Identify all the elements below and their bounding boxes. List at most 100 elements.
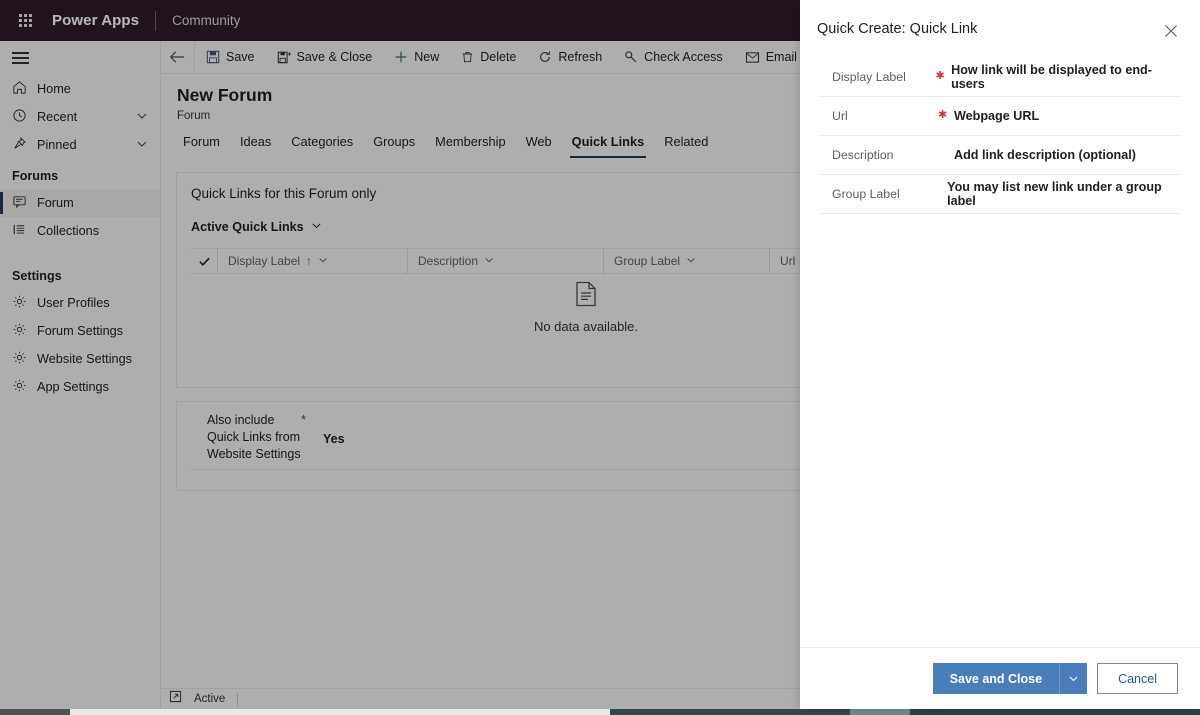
column-header-description[interactable]: Description [407,248,603,274]
page-header: New Forum Forum Forum Ideas Categories G… [161,74,800,158]
chevron-down-icon[interactable] [484,254,494,268]
field-label: Also include Quick Links from Website Se… [207,413,301,461]
chevron-down-icon[interactable] [686,254,696,268]
sidebar-group-forums: Forums [12,169,59,183]
check-access-button[interactable]: Check Access [613,41,734,74]
sidebar-item-label: App Settings [37,380,109,394]
tab-web[interactable]: Web [516,130,562,158]
save-and-close-icon [277,50,291,64]
panel-footer: Save and Close Cancel [800,647,1200,709]
collections-icon [12,222,27,240]
save-button[interactable]: Save [195,41,266,74]
sidebar-item-home[interactable]: Home [0,75,160,103]
field-value[interactable]: You may list new link under a group labe… [947,180,1180,208]
cmd-label: Email a Link [765,50,800,64]
chevron-down-icon[interactable] [136,110,148,125]
required-asterisk-icon: ✱ [938,108,948,121]
field-label: Group Label [832,187,900,201]
empty-state: No data available. [177,281,800,334]
view-selector-label: Active Quick Links [191,220,304,234]
field-url[interactable]: Url ✱ Webpage URL [820,97,1180,136]
include-website-links-card: Also include Quick Links from Website Se… [176,401,800,491]
field-value[interactable]: Add link description (optional) [954,148,1136,162]
column-label: Display Label [228,254,301,268]
sidebar-item-forum[interactable]: Forum [0,189,160,217]
sidebar-item-recent[interactable]: Recent [0,103,160,131]
field-value[interactable]: Webpage URL [954,109,1039,123]
field-value[interactable]: How link will be displayed to end-users [951,63,1180,91]
tab-related[interactable]: Related [654,130,718,158]
tab-quick-links[interactable]: Quick Links [562,130,655,158]
brand-title[interactable]: Power Apps [52,12,139,29]
sidebar-item-label: Collections [37,224,100,238]
tab-membership[interactable]: Membership [425,130,515,158]
record-state: Active [194,693,226,705]
field-value[interactable]: Yes [323,412,345,469]
gear-icon [12,322,27,340]
close-icon[interactable] [1162,22,1180,40]
panel-header: Quick Create: Quick Link [800,0,1200,58]
required-asterisk-icon: ✱ [935,69,945,82]
back-arrow-icon[interactable] [161,40,195,74]
email-icon [745,51,760,64]
chevron-down-icon[interactable] [318,254,328,268]
chevron-down-icon[interactable] [1059,663,1088,694]
document-icon [575,281,597,312]
delete-button[interactable]: Delete [450,41,527,74]
forum-icon [12,194,27,212]
new-button[interactable]: New [383,41,450,74]
field-label: Url [832,109,848,123]
save-and-close-button[interactable]: Save and Close [932,663,1060,694]
tab-categories[interactable]: Categories [281,130,363,158]
field-group-label[interactable]: Group Label You may list new link under … [820,175,1180,214]
sidebar-item-forum-settings[interactable]: Forum Settings [0,317,160,345]
column-header-display-label[interactable]: Display Label ↑ [217,248,407,274]
app-launcher-icon[interactable] [6,14,44,27]
taskbar-segment [850,709,910,715]
sidebar-item-website-settings[interactable]: Website Settings [0,345,160,373]
chevron-down-icon[interactable] [136,138,148,153]
field-display-label[interactable]: Display Label ✱ How link will be display… [820,58,1180,97]
page-subtitle: Forum [177,110,211,122]
status-bar: Active [161,688,800,709]
sidebar-item-collections[interactable]: Collections [0,217,160,245]
column-header-group-label[interactable]: Group Label [603,248,769,274]
os-taskbar-strip [0,709,1200,715]
panel-title: Quick Create: Quick Link [817,21,978,37]
email-a-link-button[interactable]: Email a Link [734,41,800,74]
save-and-close-button[interactable]: Save & Close [266,41,384,74]
plus-icon [394,50,408,64]
sidebar-item-label: Pinned [37,138,77,152]
include-website-links-field: Also include Quick Links from Website Se… [191,412,800,470]
chevron-down-icon[interactable] [311,220,322,234]
tab-ideas[interactable]: Ideas [230,130,281,158]
environment-name[interactable]: Community [172,13,240,28]
sidebar-item-user-profiles[interactable]: User Profiles [0,289,160,317]
gear-icon [12,350,27,368]
sidebar-item-label: Home [37,82,71,96]
cancel-button[interactable]: Cancel [1097,663,1178,694]
required-asterisk-placeholder [932,193,947,196]
view-selector[interactable]: Active Quick Links [191,220,322,234]
select-all-checkbox[interactable] [191,255,217,268]
sidebar-item-label: User Profiles [37,296,110,310]
cmd-label: Save & Close [296,50,373,64]
form-body: Quick Links for this Forum only Active Q… [161,158,800,688]
tab-groups[interactable]: Groups [363,130,425,158]
sidebar-item-app-settings[interactable]: App Settings [0,373,160,401]
taskbar-segment [70,709,610,715]
header-divider [155,10,157,31]
open-in-new-icon[interactable] [169,690,182,708]
tab-forum[interactable]: Forum [173,130,230,158]
command-bar: Save Save & Close New Delete Refresh Che… [161,40,800,74]
sidebar-item-label: Recent [37,110,78,124]
sidebar-item-pinned[interactable]: Pinned [0,131,160,159]
refresh-button[interactable]: Refresh [527,41,613,74]
column-header-url[interactable]: Url [769,248,800,274]
hamburger-icon[interactable] [0,41,160,75]
panel-field-list: Display Label ✱ How link will be display… [800,58,1200,214]
field-description[interactable]: Description Add link description (option… [820,136,1180,175]
required-marker: * [301,412,307,427]
gear-icon [12,378,27,396]
